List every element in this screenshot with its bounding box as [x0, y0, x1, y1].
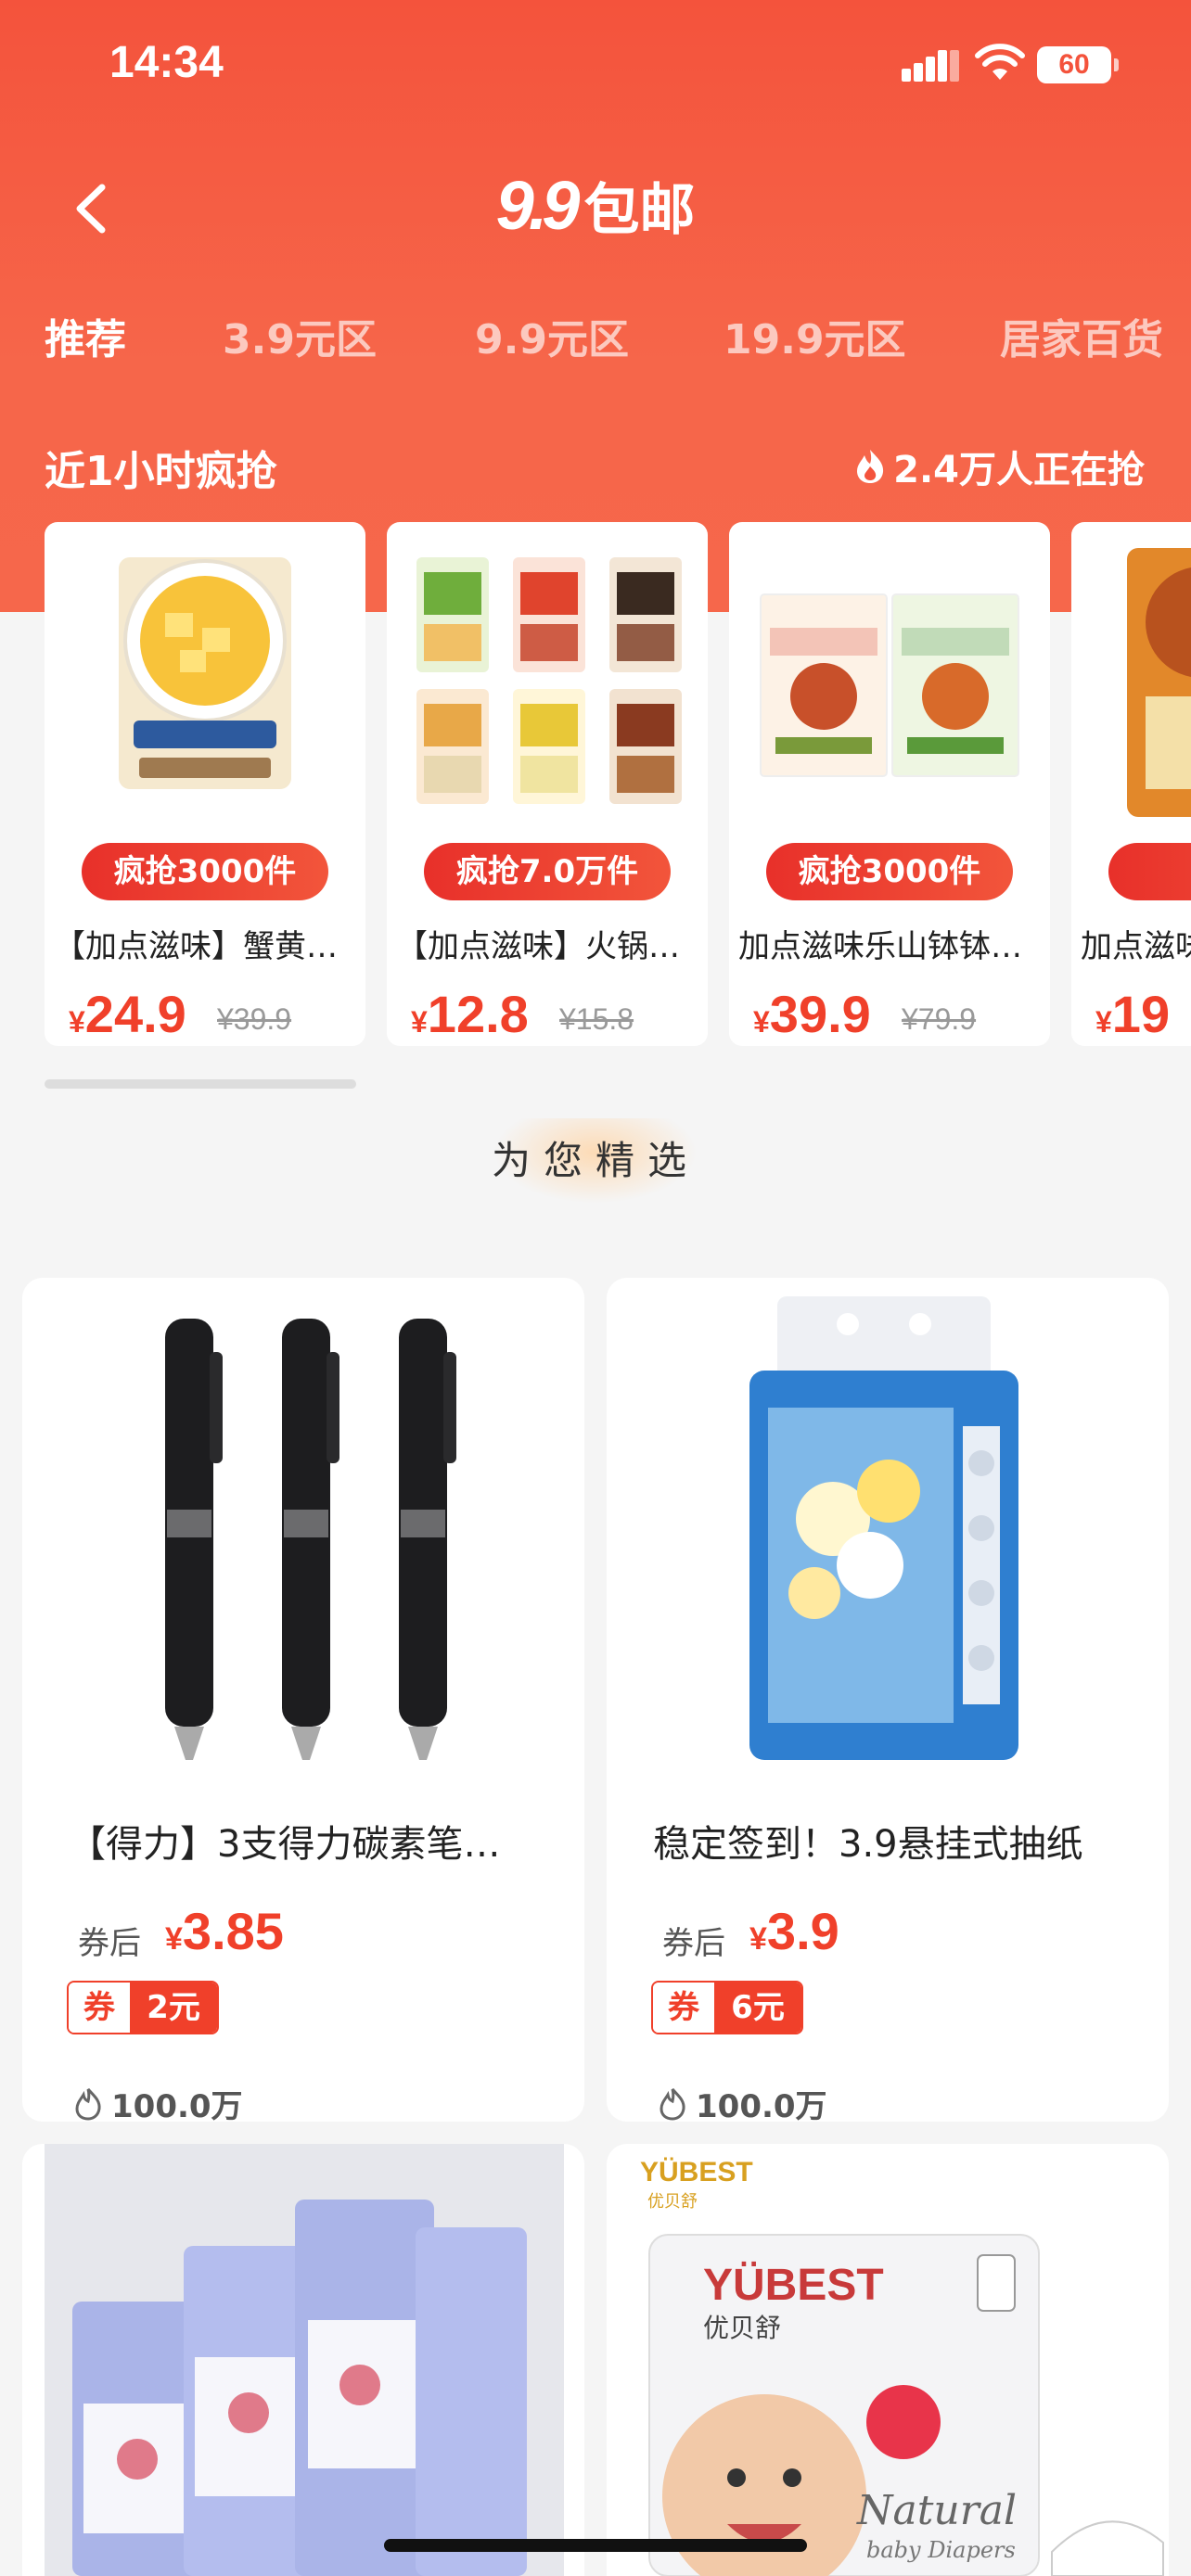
fire-icon [857, 450, 884, 483]
product-image [119, 557, 291, 789]
baby-diapers-script: baby Diapers [866, 2537, 1016, 2563]
rush-product-card[interactable]: 疯抢 加点滋味 ¥19 [1071, 522, 1191, 1046]
brand-logo-en: YÜBEST [640, 2157, 753, 2187]
product-image [760, 593, 1019, 777]
after-coupon-label: 券后 [662, 1925, 725, 1962]
product-name: 【得力】3支得力碳素笔中性笔 [69, 1823, 532, 1866]
section-title-text: 为您精选 [491, 1138, 699, 1183]
coupon-tag-label: 券 [69, 1983, 130, 2033]
product-name: 稳定签到！3.9悬挂式抽纸 [653, 1823, 1083, 1866]
tab-3-9-zone[interactable]: 3.9元区 [223, 306, 377, 365]
rush-original-price: ¥79.9 [902, 1002, 977, 1036]
tab-home-goods[interactable]: 居家百货 [1000, 306, 1163, 365]
product-card[interactable]: YÜBEST 优贝舒 YÜBEST 优贝舒 Natural baby Diape… [607, 2144, 1169, 2576]
rush-product-card[interactable]: 疯抢3000件 加点滋味乐山钵钵鸡调料 ¥39.9 ¥79.9 [729, 522, 1050, 1046]
rush-original-price: ¥39.9 [217, 1002, 292, 1036]
rush-count: 2.4万人正在抢 [852, 440, 1145, 493]
rush-product-name: 【加点滋味】火锅汤底 [396, 928, 702, 965]
product-price: ¥3.9 [749, 1902, 839, 1960]
battery-icon: 60 [1037, 46, 1119, 83]
natural-script: Natural [856, 2487, 1017, 2534]
after-coupon-label: 券后 [78, 1925, 141, 1962]
product-image [1127, 548, 1191, 817]
status-bar: 14:34 60 [0, 0, 1191, 130]
brand-logo-large: YÜBEST [703, 2261, 884, 2310]
rush-badge: 疯抢3000件 [82, 843, 328, 900]
sales-count: 100.0万 [72, 2081, 243, 2122]
rush-price: ¥19 [1095, 985, 1171, 1043]
rush-product-card[interactable]: 疯抢3000件 【加点滋味】蟹黄豆腐调味料 ¥24.9 ¥39.9 [45, 522, 365, 1046]
product-image [165, 1319, 456, 1760]
tab-recommend[interactable]: 推荐 [45, 306, 126, 365]
product-image [45, 2144, 564, 2576]
coupon-value: 2元 [130, 1983, 217, 2033]
home-indicator [384, 2539, 807, 2552]
title-number: 9.9 [495, 167, 581, 244]
coupon-tag: 券 2元 [67, 1981, 219, 2034]
product-image: YÜBEST 优贝舒 YÜBEST 优贝舒 Natural baby Diape… [640, 2157, 1164, 2576]
rush-carousel[interactable]: 疯抢3000件 【加点滋味】蟹黄豆腐调味料 ¥24.9 ¥39.9 疯抢7.0万… [0, 522, 1191, 1046]
product-card[interactable] [22, 2144, 584, 2576]
fire-icon [660, 2087, 685, 2121]
coupon-value: 6元 [714, 1983, 801, 2033]
rush-product-name: 【加点滋味】蟹黄豆腐调味料 [54, 928, 360, 965]
category-tabs: 推荐 3.9元区 9.9元区 19.9元区 居家百货 [0, 306, 1191, 371]
fire-icon [75, 2087, 101, 2121]
carousel-scrollbar [45, 1079, 356, 1089]
rush-badge: 疯抢 [1108, 843, 1191, 900]
rush-section-title: 近1小时疯抢 [45, 448, 277, 495]
cellular-signal-icon [902, 48, 959, 82]
rush-price: ¥12.8 [411, 985, 529, 1043]
rush-count-text: 2.4万人正在抢 [893, 449, 1145, 491]
section-title: 为您精选 [0, 1118, 1191, 1204]
product-card[interactable]: 【得力】3支得力碳素笔中性笔 券后 ¥3.85 券 2元 100.0万 [22, 1278, 584, 2122]
sales-count: 100.0万 [657, 2081, 827, 2122]
page-title: 9.9 包邮 [0, 165, 1191, 246]
rush-product-card[interactable]: 疯抢7.0万件 【加点滋味】火锅汤底 ¥12.8 ¥15.8 [387, 522, 708, 1046]
tab-19-9-zone[interactable]: 19.9元区 [724, 306, 906, 365]
coupon-tag: 券 6元 [651, 1981, 803, 2034]
rush-price: ¥39.9 [753, 985, 871, 1043]
product-price: ¥3.85 [165, 1902, 284, 1960]
wifi-icon [975, 44, 1025, 80]
product-image [749, 1296, 1018, 1760]
rush-original-price: ¥15.8 [559, 1002, 634, 1036]
rush-product-name: 加点滋味 [1081, 928, 1191, 965]
product-card[interactable]: 稳定签到！3.9悬挂式抽纸 券后 ¥3.9 券 6元 100.0万 [607, 1278, 1169, 2122]
brand-logo-large-cn: 优贝舒 [703, 2313, 781, 2343]
tab-9-9-zone[interactable]: 9.9元区 [475, 306, 629, 365]
rush-badge: 疯抢7.0万件 [424, 843, 671, 900]
title-text: 包邮 [583, 178, 696, 243]
brand-logo-cn: 优贝舒 [647, 2192, 698, 2212]
rush-badge: 疯抢3000件 [766, 843, 1013, 900]
rush-price: ¥24.9 [69, 985, 186, 1043]
rush-product-name: 加点滋味乐山钵钵鸡调料 [738, 928, 1044, 965]
coupon-tag-label: 券 [653, 1983, 714, 2033]
status-time: 14:34 [109, 38, 224, 87]
product-image [416, 557, 682, 804]
